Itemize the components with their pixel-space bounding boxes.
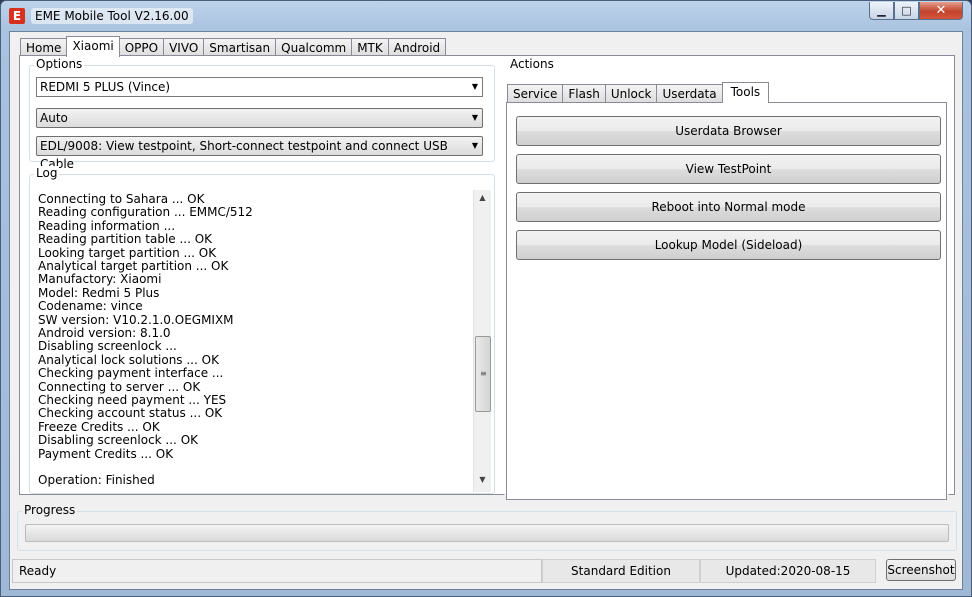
tab-xiaomi[interactable]: Xiaomi xyxy=(66,36,120,57)
screenshot-button[interactable]: Screenshot xyxy=(886,559,956,581)
log-line: Model: Redmi 5 Plus xyxy=(38,285,160,300)
view-testpoint-button[interactable]: View TestPoint xyxy=(516,154,941,184)
chevron-down-icon: ▼ xyxy=(471,82,478,91)
xiaomi-tab-page: Options REDMI 5 PLUS (Vince) ▼ Auto ▼ ED… xyxy=(19,55,955,500)
log-line: Disabling screenlock ... OK xyxy=(38,433,199,448)
scroll-down-icon[interactable]: ▼ xyxy=(474,472,491,488)
log-line: Payment Credits ... OK xyxy=(38,446,174,461)
client-area: Home Xiaomi OPPO VIVO Smartisan Qualcomm… xyxy=(9,31,963,590)
chevron-down-icon: ▼ xyxy=(471,141,478,150)
options-group: Options REDMI 5 PLUS (Vince) ▼ Auto ▼ ED… xyxy=(29,57,495,171)
model-value: REDMI 5 PLUS (Vince) xyxy=(40,80,171,94)
brand-tabs: Home Xiaomi OPPO VIVO Smartisan Qualcomm… xyxy=(20,36,447,57)
method-select[interactable]: EDL/9008: View testpoint, Short-connect … xyxy=(36,136,483,171)
minimize-icon: ▁ xyxy=(877,4,886,17)
log-text-area[interactable]: Connecting to Sahara ... OK Reading conf… xyxy=(36,191,493,491)
log-line: Freeze Credits ... OK xyxy=(38,419,160,434)
progress-group: Progress xyxy=(17,503,957,551)
tab-unlock[interactable]: Unlock xyxy=(604,84,658,103)
close-icon: ✕ xyxy=(935,3,947,18)
log-line: Looking target partition ... OK xyxy=(38,245,217,260)
method-value: EDL/9008: View testpoint, Short-connect … xyxy=(40,139,448,171)
log-line: Analytical target partition ... OK xyxy=(38,259,229,273)
close-button[interactable]: ✕ xyxy=(919,2,963,20)
log-line: Disabling screenlock ... xyxy=(38,339,177,354)
actions-group: Actions Service Flash Unlock Userdata To… xyxy=(503,57,950,500)
userdata-browser-button[interactable]: Userdata Browser xyxy=(516,116,941,146)
chevron-down-icon: ▼ xyxy=(471,113,478,122)
grip-icon: ≡ xyxy=(480,369,487,378)
app-logo-icon[interactable]: E xyxy=(9,8,25,24)
tab-tools[interactable]: Tools xyxy=(721,82,770,103)
log-scrollbar[interactable]: ▲ ≡ ▼ xyxy=(473,190,491,492)
updated-label: Updated:2020-08-15 xyxy=(700,559,876,583)
log-group: Log Connecting to Sahara ... OK Reading … xyxy=(29,166,495,494)
log-line: Reading partition table ... OK xyxy=(38,232,213,247)
tab-service[interactable]: Service xyxy=(507,84,564,103)
progress-bar xyxy=(25,524,949,542)
mode-select[interactable]: Auto ▼ xyxy=(36,108,483,128)
status-text: Ready xyxy=(12,559,542,583)
log-line: Operation: Finished xyxy=(38,473,155,488)
log-line: Reading information ... xyxy=(38,218,176,233)
log-line: Checking payment interface ... xyxy=(38,366,224,381)
caption-buttons: ▁ □ ✕ xyxy=(869,2,963,20)
status-bar: Ready Standard Edition Updated:2020-08-1… xyxy=(10,559,962,587)
lookup-model-button[interactable]: Lookup Model (Sideload) xyxy=(516,230,941,260)
maximize-icon: □ xyxy=(901,4,912,17)
action-tabs: Service Flash Unlock Userdata Tools xyxy=(507,82,770,103)
log-label: Log xyxy=(34,166,60,180)
log-line: Connecting to Sahara ... OK xyxy=(38,192,205,206)
log-line: Analytical lock solutions ... OK xyxy=(38,352,219,367)
title-bar[interactable]: E EME Mobile Tool V2.16.00 ▁ □ ✕ xyxy=(1,1,971,31)
options-label: Options xyxy=(34,57,85,71)
log-line: Checking account status ... OK xyxy=(38,406,223,421)
log-line: Connecting to server ... OK xyxy=(38,379,201,394)
tools-tab-page: Userdata Browser View TestPoint Reboot i… xyxy=(506,102,947,500)
tab-userdata[interactable]: Userdata xyxy=(656,84,723,103)
reboot-normal-button[interactable]: Reboot into Normal mode xyxy=(516,192,941,222)
app-window: E EME Mobile Tool V2.16.00 ▁ □ ✕ Home Xi… xyxy=(0,0,972,597)
scroll-thumb[interactable]: ≡ xyxy=(475,336,491,412)
tab-flash[interactable]: Flash xyxy=(562,84,606,103)
log-line: Checking need payment ... YES xyxy=(38,393,227,407)
log-line: Manufactory: Xiaomi xyxy=(38,272,162,287)
mode-value: Auto xyxy=(40,111,68,125)
progress-label: Progress xyxy=(22,503,78,517)
log-line: Codename: vince xyxy=(38,299,143,314)
log-line: Android version: 8.1.0 xyxy=(38,326,171,340)
minimize-button[interactable]: ▁ xyxy=(869,2,894,20)
maximize-button[interactable]: □ xyxy=(894,2,919,20)
edition-label: Standard Edition xyxy=(542,559,700,583)
actions-label: Actions xyxy=(508,57,556,71)
log-line: Reading configuration ... EMMC/512 xyxy=(38,205,253,220)
scroll-up-icon[interactable]: ▲ xyxy=(474,190,491,206)
window-title: EME Mobile Tool V2.16.00 xyxy=(31,8,193,24)
log-line: SW version: V10.2.1.0.OEGMIXM xyxy=(38,312,234,327)
model-select[interactable]: REDMI 5 PLUS (Vince) ▼ xyxy=(36,77,483,97)
